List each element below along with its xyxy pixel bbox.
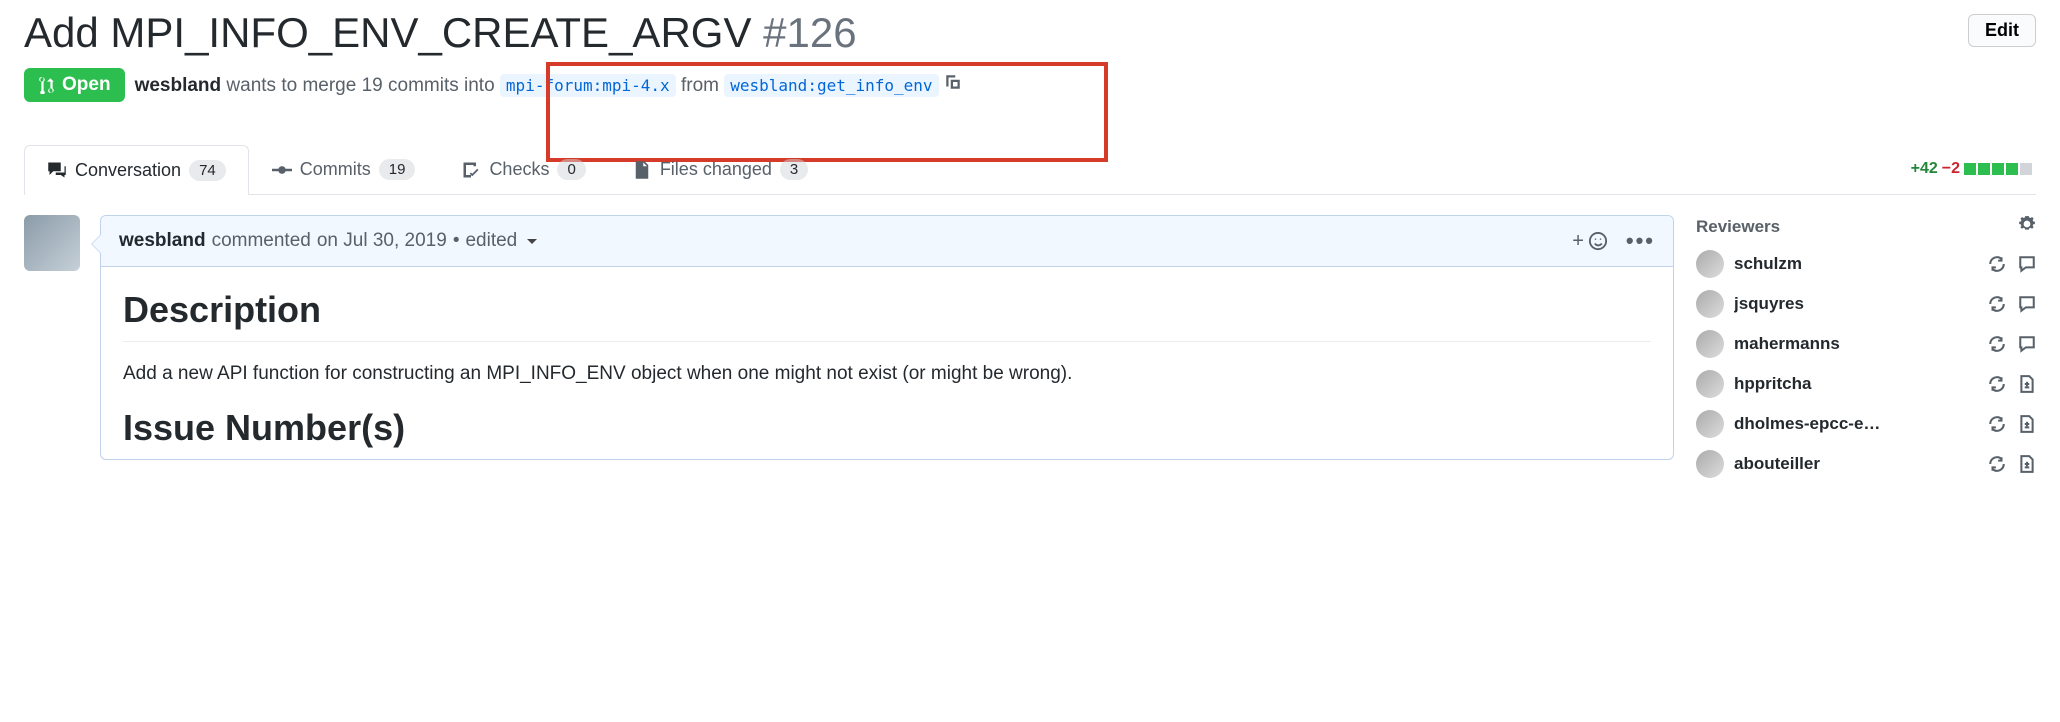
tab-files-count: 3 [780,159,808,180]
tab-files[interactable]: Files changed 3 [609,144,831,194]
comment-h-issue: Issue Number(s) [123,389,1651,449]
comment-author-avatar[interactable] [24,215,80,271]
bullet: • [453,230,460,252]
reviewer-row: abouteiller [1696,450,2036,478]
re-request-icon[interactable] [1988,255,2006,273]
reviewer-row: mahermanns [1696,330,2036,358]
state-label: Open [62,74,111,96]
re-request-icon[interactable] [1988,455,2006,473]
diff-additions: +42 [1911,160,1938,178]
comment-discussion-icon [47,160,67,180]
reviewer-row: hppritcha [1696,370,2036,398]
tab-files-label: Files changed [660,159,772,180]
head-branch[interactable]: wesbland:get_info_env [724,74,938,97]
edited-dropdown-icon[interactable] [527,239,537,249]
tab-checks[interactable]: Checks 0 [438,144,608,194]
speech-bubble-icon[interactable] [2018,295,2036,313]
re-request-icon[interactable] [1988,415,2006,433]
pr-meta: Open wesbland wants to merge 19 commits … [24,68,2036,102]
comment-paragraph: Add a new API function for constructing … [123,360,1651,389]
reviewer-row: jsquyres [1696,290,2036,318]
file-diff-icon [632,160,652,180]
reviewer-name-link[interactable]: jsquyres [1734,294,1978,314]
reviewer-name-link[interactable]: hppritcha [1734,374,1978,394]
pr-author-link[interactable]: wesbland [135,75,222,96]
tab-conversation-count: 74 [189,160,226,181]
from-word: from [676,75,725,96]
edited-label[interactable]: edited [465,230,517,252]
speech-bubble-icon[interactable] [2018,255,2036,273]
reviewers-heading: Reviewers [1696,217,1780,237]
pr-tabs: Conversation 74 Commits 19 Checks 0 File… [24,144,2036,195]
speech-bubble-icon[interactable] [2018,335,2036,353]
comment-h-description: Description [123,271,1651,342]
tab-checks-label: Checks [489,159,549,180]
git-commit-icon [272,160,292,180]
base-branch[interactable]: mpi-forum:mpi-4.x [500,74,676,97]
reviewer-avatar[interactable] [1696,450,1724,478]
comment-menu-button[interactable]: ••• [1626,228,1655,254]
tab-commits-label: Commits [300,159,371,180]
reviewer-avatar[interactable] [1696,250,1724,278]
tab-conversation[interactable]: Conversation 74 [24,145,249,195]
tab-commits-count: 19 [379,159,416,180]
copy-branch-icon[interactable] [944,75,962,96]
reviewer-name-link[interactable]: mahermanns [1734,334,1978,354]
tab-checks-count: 0 [557,159,585,180]
state-badge: Open [24,68,125,102]
diff-deletions: −2 [1942,160,1960,178]
edit-button[interactable]: Edit [1968,14,2036,47]
sidebar: Reviewers schulzm jsquyres mahermanns hppri… [1696,215,2036,490]
comment-author-link[interactable]: wesbland [119,230,206,252]
pr-number: #126 [763,9,856,56]
checklist-icon [461,160,481,180]
reviewer-row: schulzm [1696,250,2036,278]
pr-title: Add MPI_INFO_ENV_CREATE_ARGV #126 [24,8,1968,58]
add-reaction-button[interactable]: + [1572,230,1608,253]
file-diff-icon[interactable] [2018,455,2036,473]
comment-verb: commented [212,230,311,252]
reviewer-avatar[interactable] [1696,290,1724,318]
re-request-icon[interactable] [1988,335,2006,353]
re-request-icon[interactable] [1988,375,2006,393]
reviewer-avatar[interactable] [1696,410,1724,438]
reviewer-row: dholmes-epcc-e… [1696,410,2036,438]
file-diff-icon[interactable] [2018,415,2036,433]
git-pull-request-icon [38,76,56,94]
reviewer-name-link[interactable]: abouteiller [1734,454,1978,474]
tab-commits[interactable]: Commits 19 [249,144,439,194]
diffstat: +42 −2 [1911,160,2036,178]
reviewer-name-link[interactable]: dholmes-epcc-e… [1734,414,1978,434]
comment-box: wesbland commented on Jul 30, 2019 • edi… [100,215,1674,460]
re-request-icon[interactable] [1988,295,2006,313]
merge-text: wants to merge 19 commits into [221,75,500,96]
reviewer-avatar[interactable] [1696,370,1724,398]
tab-conversation-label: Conversation [75,160,181,181]
file-diff-icon[interactable] [2018,375,2036,393]
diff-blocks [1964,163,2032,175]
comment-date[interactable]: on Jul 30, 2019 [317,230,447,252]
pr-title-text: Add MPI_INFO_ENV_CREATE_ARGV [24,9,751,56]
reviewer-name-link[interactable]: schulzm [1734,254,1978,274]
reviewers-gear-icon[interactable] [2018,215,2036,238]
reviewer-avatar[interactable] [1696,330,1724,358]
